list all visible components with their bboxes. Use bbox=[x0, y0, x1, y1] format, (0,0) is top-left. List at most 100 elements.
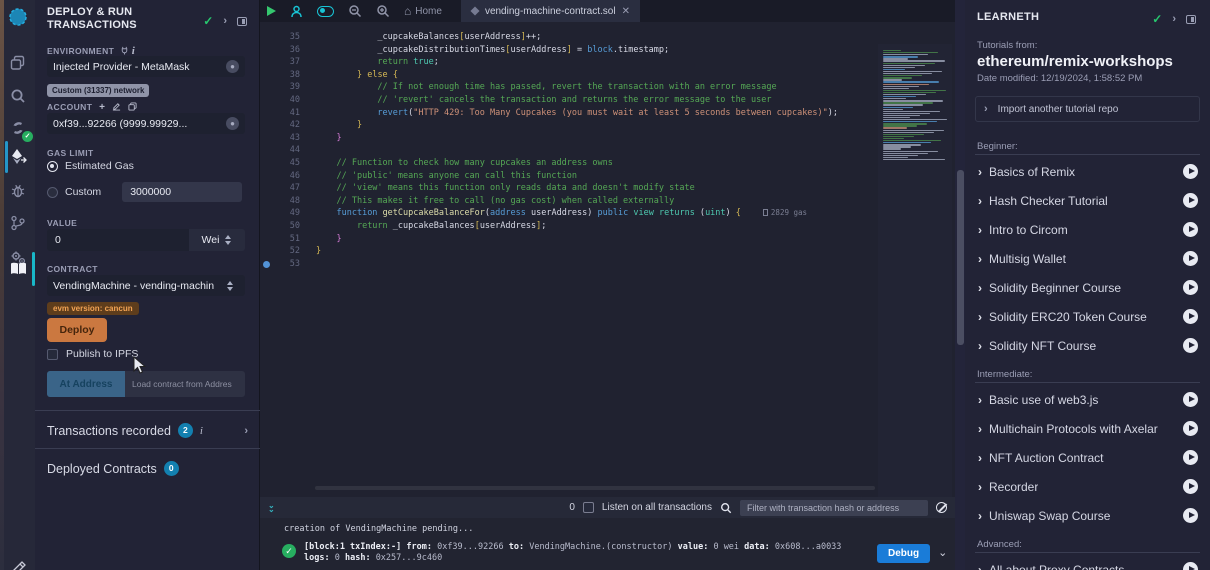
code-line[interactable]: 53 bbox=[260, 258, 880, 271]
code-line[interactable]: 46 // 'public' means anyone can call thi… bbox=[260, 170, 880, 183]
tutorial-chevron-icon[interactable]: › bbox=[978, 339, 982, 353]
tutorial-item[interactable]: ›Hash Checker Tutorial bbox=[965, 186, 1210, 215]
tx-expand-chevron[interactable]: ⌄ bbox=[938, 546, 947, 559]
zoom-out-icon[interactable] bbox=[341, 0, 369, 22]
deployed-contracts-row[interactable]: Deployed Contracts 0 bbox=[35, 448, 260, 486]
code-line[interactable]: 36 _cupcakeDistributionTimes[userAddress… bbox=[260, 44, 880, 57]
minimap[interactable] bbox=[878, 44, 952, 497]
breakpoint-margin[interactable] bbox=[260, 245, 274, 258]
code-line[interactable]: 51 } bbox=[260, 233, 880, 246]
code-area[interactable]: 35 _cupcakeBalances[userAddress]++;36 _c… bbox=[260, 22, 955, 497]
tutorial-item[interactable]: ›Recorder bbox=[965, 472, 1210, 501]
breakpoint-margin[interactable] bbox=[260, 119, 274, 132]
play-icon[interactable] bbox=[1183, 222, 1198, 237]
tutorial-item[interactable]: ›Multisig Wallet bbox=[965, 244, 1210, 273]
tx-info-icon[interactable]: i bbox=[200, 425, 203, 437]
breakpoint-margin[interactable] bbox=[260, 258, 274, 271]
code-line[interactable]: 48 // This makes it free to call (no gas… bbox=[260, 195, 880, 208]
breakpoint-icon[interactable] bbox=[263, 261, 270, 268]
tutorial-item[interactable]: ›Uniswap Swap Course bbox=[965, 501, 1210, 530]
run-script-button[interactable] bbox=[260, 0, 283, 22]
play-icon[interactable] bbox=[1183, 251, 1198, 266]
debugger-icon[interactable] bbox=[7, 180, 29, 202]
play-icon[interactable] bbox=[1183, 508, 1198, 523]
code-line[interactable]: 37 return true; bbox=[260, 56, 880, 69]
code-line[interactable]: 42 } bbox=[260, 119, 880, 132]
zoom-in-icon[interactable] bbox=[369, 0, 397, 22]
tutorial-item[interactable]: ›Intro to Circom bbox=[965, 215, 1210, 244]
estimated-gas-radio[interactable] bbox=[47, 161, 58, 172]
breakpoint-margin[interactable] bbox=[260, 69, 274, 82]
breakpoint-margin[interactable] bbox=[260, 182, 274, 195]
code-line[interactable]: 50 return _cupcakeBalances[userAddress]; bbox=[260, 220, 880, 233]
editor-tab[interactable]: vending-machine-contract.sol ✕ bbox=[461, 0, 640, 22]
deploy-button[interactable]: Deploy bbox=[47, 318, 107, 342]
tx-expand-icon[interactable]: › bbox=[244, 425, 248, 437]
debug-button[interactable]: Debug bbox=[877, 544, 930, 563]
breakpoint-margin[interactable] bbox=[260, 31, 274, 44]
custom-gas-option[interactable]: Custom 3000000 bbox=[47, 182, 242, 202]
tutorial-item[interactable]: ›Basic use of web3.js bbox=[965, 385, 1210, 414]
learneth-pin-icon[interactable] bbox=[1186, 15, 1196, 24]
tutorial-chevron-icon[interactable]: › bbox=[978, 422, 982, 436]
tutorial-item[interactable]: ›NFT Auction Contract bbox=[965, 443, 1210, 472]
play-icon[interactable] bbox=[1183, 479, 1198, 494]
sign-message-icon[interactable] bbox=[112, 102, 121, 111]
transaction-log-row[interactable]: ✓ [block:1 txIndex:-] from: 0xf39...9226… bbox=[260, 542, 955, 564]
publish-ipfs-option[interactable]: Publish to IPFS bbox=[47, 348, 138, 360]
tutorial-item[interactable]: ›Solidity Beginner Course bbox=[965, 273, 1210, 302]
breakpoint-margin[interactable] bbox=[260, 132, 274, 145]
learneth-collapse-icon[interactable]: › bbox=[1172, 13, 1176, 25]
search-icon[interactable] bbox=[7, 85, 29, 107]
tutorial-item[interactable]: ›All about Proxy Contracts bbox=[965, 555, 1210, 570]
tutorial-chevron-icon[interactable]: › bbox=[978, 563, 982, 570]
code-line[interactable]: 39 // If not enough time has passed, rev… bbox=[260, 81, 880, 94]
breakpoint-margin[interactable] bbox=[260, 81, 274, 94]
publish-ipfs-checkbox[interactable] bbox=[47, 349, 58, 360]
panel-collapse-icon[interactable]: › bbox=[223, 15, 227, 27]
pen-icon[interactable] bbox=[7, 556, 29, 570]
breakpoint-margin[interactable] bbox=[260, 233, 274, 246]
tutorial-chevron-icon[interactable]: › bbox=[978, 223, 982, 237]
tutorial-chevron-icon[interactable]: › bbox=[978, 194, 982, 208]
remix-logo-icon[interactable] bbox=[7, 7, 29, 29]
estimated-gas-option[interactable]: Estimated Gas bbox=[47, 160, 134, 172]
breakpoint-margin[interactable] bbox=[260, 195, 274, 208]
play-icon[interactable] bbox=[1183, 392, 1198, 407]
assistant-person-icon[interactable] bbox=[283, 0, 310, 22]
tutorial-chevron-icon[interactable]: › bbox=[978, 165, 982, 179]
breakpoint-margin[interactable] bbox=[260, 107, 274, 120]
tutorial-chevron-icon[interactable]: › bbox=[978, 393, 982, 407]
play-icon[interactable] bbox=[1183, 450, 1198, 465]
at-address-button[interactable]: At Address bbox=[47, 371, 125, 397]
tutorial-chevron-icon[interactable]: › bbox=[978, 281, 982, 295]
solidity-compiler-icon[interactable]: ✓ bbox=[7, 117, 29, 139]
tutorial-chevron-icon[interactable]: › bbox=[978, 509, 982, 523]
right-panel-scrollbar[interactable] bbox=[955, 0, 965, 570]
file-explorer-icon[interactable] bbox=[7, 52, 29, 74]
horizontal-scrollbar[interactable] bbox=[315, 486, 875, 490]
tutorial-chevron-icon[interactable]: › bbox=[978, 310, 982, 324]
play-icon[interactable] bbox=[1183, 309, 1198, 324]
play-icon[interactable] bbox=[1183, 193, 1198, 208]
tab-close-icon[interactable]: ✕ bbox=[622, 6, 630, 17]
code-line[interactable]: 49 function getCupcakeBalanceFor(address… bbox=[260, 207, 880, 220]
breakpoint-margin[interactable] bbox=[260, 157, 274, 170]
tutorial-chevron-icon[interactable]: › bbox=[978, 252, 982, 266]
tutorial-chevron-icon[interactable]: › bbox=[978, 480, 982, 494]
tutorial-item[interactable]: ›Basics of Remix bbox=[965, 157, 1210, 186]
account-settings-icon[interactable]: ● bbox=[226, 117, 239, 130]
code-line[interactable]: 35 _cupcakeBalances[userAddress]++; bbox=[260, 31, 880, 44]
listen-checkbox[interactable] bbox=[583, 502, 594, 513]
code-line[interactable]: 45 // Function to check how many cupcake… bbox=[260, 157, 880, 170]
code-line[interactable]: 43 } bbox=[260, 132, 880, 145]
play-icon[interactable] bbox=[1183, 562, 1198, 570]
code-line[interactable]: 41 revert("HTTP 429: Too Many Cupcakes (… bbox=[260, 107, 880, 120]
scrollbar-thumb[interactable] bbox=[957, 170, 964, 345]
tutorial-chevron-icon[interactable]: › bbox=[978, 451, 982, 465]
clear-terminal-icon[interactable] bbox=[936, 502, 947, 513]
copy-account-icon[interactable] bbox=[128, 102, 137, 111]
breakpoint-margin[interactable] bbox=[260, 207, 274, 220]
deploy-run-icon[interactable] bbox=[7, 146, 29, 168]
code-line[interactable]: 52} bbox=[260, 245, 880, 258]
